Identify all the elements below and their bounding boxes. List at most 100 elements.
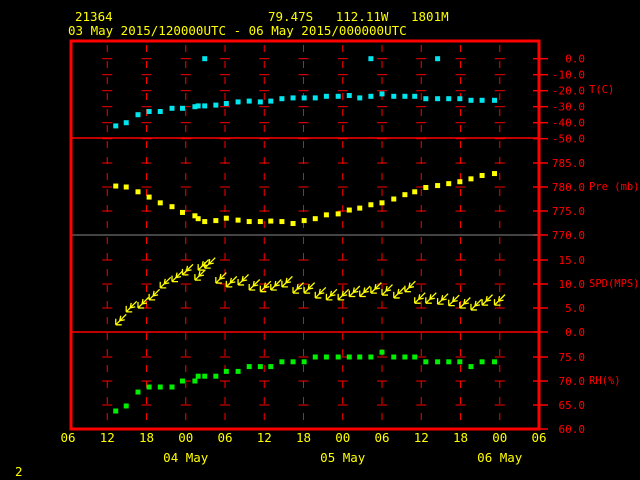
date-label: 05 May <box>320 450 366 465</box>
wind-arrow-shape <box>159 276 172 289</box>
pressure-point <box>301 218 307 224</box>
panel-label: RH(%) <box>589 375 621 387</box>
temperature-point <box>135 112 141 118</box>
wind-arrow-shape <box>314 286 327 299</box>
pressure-point <box>202 219 208 225</box>
wind-arrow <box>359 285 371 298</box>
temperature-point <box>268 98 274 104</box>
wind-arrow-shape <box>281 275 293 288</box>
wind-arrow-shape <box>448 294 460 307</box>
wind-arrow-shape <box>414 292 426 304</box>
x-tick-label: 06 <box>60 430 75 445</box>
temperature-point <box>423 96 429 102</box>
pressure-point <box>402 192 408 198</box>
x-tick-label: 18 <box>139 430 154 445</box>
rh-point <box>468 364 474 370</box>
temperature-point <box>290 95 296 101</box>
temperature-point <box>323 93 329 99</box>
rh-point <box>146 384 152 390</box>
pressure-point <box>235 217 241 223</box>
y-tick-label: 70.0 <box>559 375 586 388</box>
temperature-point <box>202 103 208 109</box>
wind-arrow-shape <box>270 279 282 291</box>
temperature-point <box>346 93 352 98</box>
wind-arrow-shape <box>404 280 416 293</box>
y-tick-label: -50.0 <box>552 133 585 146</box>
wind-arrow <box>381 284 393 296</box>
rh-point <box>402 354 408 360</box>
temperature-point <box>235 99 241 105</box>
wind-arrow <box>215 272 227 284</box>
wind-arrow <box>448 294 460 307</box>
temperature-point <box>457 96 463 102</box>
rh-point <box>257 364 263 370</box>
rh-point <box>323 354 329 360</box>
wind-arrow <box>181 263 194 276</box>
temperature-point <box>146 109 152 114</box>
wind-arrow-shape <box>204 257 216 269</box>
temperature-point <box>357 95 363 101</box>
y-tick-label: -20.0 <box>552 85 585 98</box>
rh-point <box>312 354 318 360</box>
temperature-point <box>123 120 129 126</box>
x-tick-label: 00 <box>178 430 193 445</box>
wind-arrow <box>204 257 216 269</box>
date-label: 04 May <box>163 450 209 465</box>
y-tick-label: 0.0 <box>565 53 585 66</box>
wind-arrow-shape <box>393 286 405 299</box>
wind-arrow <box>148 288 161 301</box>
wind-arrow <box>159 276 172 289</box>
rh-point <box>268 364 274 370</box>
wind-arrow <box>404 280 416 293</box>
y-tick-label: 780.0 <box>552 181 585 194</box>
rh-point <box>235 368 241 374</box>
wind-arrow-shape <box>436 293 449 305</box>
rh-point <box>457 359 463 365</box>
date-label: 06 May <box>477 450 523 465</box>
x-tick-label: 12 <box>414 430 429 445</box>
rh-point <box>335 354 341 360</box>
pressure-point <box>290 220 296 226</box>
y-tick-label: 75.0 <box>559 351 586 364</box>
wind-arrow <box>248 279 261 291</box>
wind-arrow <box>337 288 350 301</box>
y-tick-label: -30.0 <box>552 101 585 114</box>
wind-arrow <box>370 282 382 294</box>
pressure-point <box>423 184 429 190</box>
pressure-point <box>257 219 263 225</box>
wind-arrow-shape <box>381 284 393 296</box>
rh-point <box>446 359 452 365</box>
rh-point <box>290 359 296 365</box>
temperature-point <box>435 96 441 102</box>
pressure-point <box>368 202 374 208</box>
y-tick-label: -10.0 <box>552 69 585 82</box>
wind-arrow-shape <box>181 263 194 276</box>
pressure-point <box>135 189 141 195</box>
pressure-point <box>179 209 185 215</box>
x-tick-label: 18 <box>453 430 468 445</box>
wind-arrow-shape <box>248 279 261 291</box>
wind-arrow <box>270 279 282 291</box>
wind-arrow-shape <box>459 297 471 309</box>
x-tick-label: 06 <box>217 430 232 445</box>
temperature-point <box>468 97 474 103</box>
rh-point <box>223 368 229 374</box>
temperature-point <box>368 56 374 62</box>
x-tick-label: 12 <box>257 430 272 445</box>
temperature-point <box>202 56 208 62</box>
rh-point <box>479 359 485 365</box>
y-tick-label: 775.0 <box>552 205 585 218</box>
rh-point <box>195 373 201 379</box>
x-tick-label: 06 <box>531 430 546 445</box>
panel-label: Pre (mb) <box>589 181 640 193</box>
wind-arrow-shape <box>481 294 494 306</box>
temperature-point <box>446 96 452 102</box>
rh-point <box>192 378 198 384</box>
x-tick-label: 12 <box>100 430 115 445</box>
temperature-point <box>335 93 341 99</box>
wind-arrow <box>171 270 183 283</box>
rh-point <box>135 389 141 395</box>
wind-arrow <box>125 300 138 313</box>
pressure-point <box>169 204 175 210</box>
rh-point <box>113 408 119 414</box>
